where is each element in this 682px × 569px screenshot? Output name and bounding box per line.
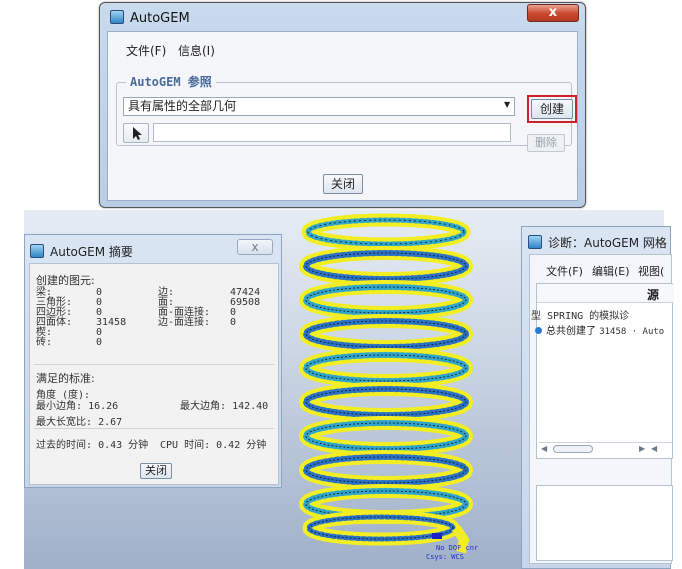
min-edge-angle-value: 16.26 [88, 401, 119, 412]
menu-edit[interactable]: 编辑(E) [592, 263, 630, 279]
menu-info[interactable]: 信息(I) [178, 42, 215, 59]
info-icon [535, 327, 542, 334]
menu-file[interactable]: 文件(F) [546, 263, 583, 279]
list-item-text: 总共创建了 [546, 326, 596, 337]
cpu-time: CPU 时间: 0.42 分钟 [160, 436, 266, 451]
summary-window: AutoGEM 摘要 x 创建的图元: 梁: 0 三角形: 0 四边形: 0 四面体:… [24, 234, 282, 488]
right-stats: 边: 47424 面: 69508 面-面连接: 0 边-面连接: 0 [158, 288, 276, 328]
stat-row: 砖: 0 [36, 337, 103, 348]
group-title: AutoGEM 参照 [126, 73, 216, 90]
stat-row: 四面体: 31458 [36, 317, 127, 328]
elapsed-time: 过去的时间: 0.43 分钟 [36, 436, 148, 451]
list-header: 源 [537, 284, 674, 303]
close-button[interactable]: 关闭 [323, 174, 363, 194]
cpu-value: 0.42 分钟 [216, 440, 267, 451]
diagnostics-window: 诊断：AutoGEM 网格 文件(F) 编辑(E) 视图( 源 型 SPRING… [521, 226, 674, 569]
summary-client: 创建的图元: 梁: 0 三角形: 0 四边形: 0 四面体: 31458 楔: 0 砖: 0… [29, 263, 279, 485]
list-item[interactable]: 型 SPRING 的模拟诊 [531, 307, 629, 322]
max-edge-angle-value: 142.40 [232, 401, 269, 412]
spring-mesh-model[interactable]: No DOF cnr Csys: WCS [286, 210, 486, 569]
reference-list-field[interactable] [153, 123, 511, 142]
stat-row: 楔: 0 [36, 327, 103, 338]
coil [301, 213, 471, 251]
window-icon [30, 244, 44, 258]
max-edge-angle-label: 最大边角: [180, 401, 227, 412]
created-header: 创建的图元: [36, 274, 95, 287]
pointer-icon [133, 127, 142, 140]
divider [34, 428, 274, 429]
scroll-right-icon[interactable]: ▶ [639, 444, 645, 453]
min-edge-angle: 最小边角: 16.26 [36, 397, 118, 412]
menu-file[interactable]: 文件(F) [126, 42, 166, 59]
max-aspect-label: 最大长宽比: [36, 417, 93, 428]
close-window-button[interactable]: x [237, 239, 273, 255]
max-aspect: 最大长宽比: 2.67 [36, 413, 122, 428]
min-edge-angle-label: 最小边角: [36, 401, 83, 412]
scroll-left-icon-2[interactable]: ◀ [651, 444, 657, 453]
delete-button[interactable]: 删除 [527, 134, 565, 152]
max-edge-angle: 最大边角: 142.40 [180, 397, 268, 412]
stat-row: 边-面连接: 0 [158, 317, 237, 328]
triad-label-2: Csys: WCS [426, 553, 464, 561]
list-item-mono: 31458 · Auto [599, 327, 665, 337]
scroll-left-icon[interactable]: ◀ [541, 444, 547, 453]
divider [34, 364, 274, 365]
summary-title-text: AutoGEM 摘要 [50, 245, 133, 259]
menu-view[interactable]: 视图( [638, 263, 664, 279]
diagnostics-title-text: 诊断：AutoGEM 网格 [548, 236, 667, 250]
column-header-source[interactable]: 源 [647, 286, 659, 303]
dialog-client: 文件(F) 信息(I) AutoGEM 参照 具有属性的全部几何 ▼ 创建 删除… [107, 31, 578, 201]
elapsed-value: 0.43 分钟 [98, 440, 149, 451]
dialog-title-text: AutoGEM [130, 11, 190, 26]
summary-title: AutoGEM 摘要 [30, 243, 133, 260]
diagnostics-detail-pane [536, 485, 673, 561]
diagnostics-list[interactable]: 源 型 SPRING 的模拟诊 总共创建了 31458 · Auto ◀ ▶ ◀ [531, 283, 674, 459]
dialog-title: AutoGEM [110, 10, 190, 26]
reference-select[interactable]: 具有属性的全部几何 [123, 97, 515, 116]
autogem-dialog: AutoGEM x 文件(F) 信息(I) AutoGEM 参照 具有属性的全部… [99, 2, 586, 208]
horizontal-scrollbar[interactable]: ◀ ▶ ◀ [539, 442, 672, 456]
close-button[interactable]: 关闭 [140, 463, 172, 479]
window-icon [110, 10, 124, 24]
triad-label-1: No DOF cnr [436, 544, 478, 552]
diagnostics-client: 文件(F) 编辑(E) 视图( 源 型 SPRING 的模拟诊 总共创建了 31… [529, 254, 674, 564]
criteria-header: 满足的标准: [36, 372, 95, 385]
cpu-label: CPU 时间: [160, 440, 211, 451]
chevron-down-icon[interactable]: ▼ [504, 100, 510, 109]
close-window-button[interactable]: x [527, 4, 579, 22]
left-stats: 梁: 0 三角形: 0 四边形: 0 四面体: 31458 楔: 0 砖: 0 [36, 288, 146, 348]
window-icon [528, 235, 542, 249]
scroll-thumb[interactable] [553, 445, 593, 453]
create-button[interactable]: 创建 [531, 99, 573, 119]
elapsed-label: 过去的时间: [36, 440, 93, 451]
diagnostics-title: 诊断：AutoGEM 网格 [528, 234, 667, 251]
select-pointer-button[interactable] [123, 123, 149, 143]
max-aspect-value: 2.67 [98, 417, 123, 428]
list-item[interactable]: 总共创建了 31458 · Auto [535, 322, 664, 337]
